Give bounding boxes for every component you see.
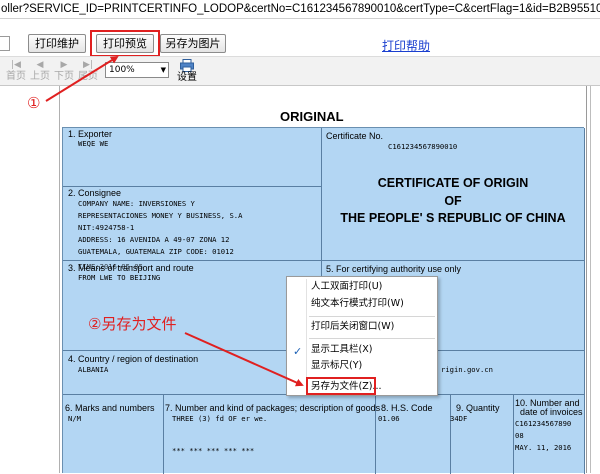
invoice-value-line3: MAY. 11, 2016 <box>515 443 572 452</box>
marks-value: N/M <box>68 414 81 423</box>
exporter-value: WEQE WE <box>78 139 109 148</box>
quantity-label: 9. Quantity <box>456 403 500 413</box>
annotation-step2: ②另存为文件 <box>88 315 177 333</box>
menu-item-show-toolbar[interactable]: 显示工具栏(X) <box>311 343 372 357</box>
highlight-box-save-as <box>306 377 376 395</box>
transport-route: FROM LWE TO BEIJING <box>78 273 161 282</box>
invoice-label-line2: date of invoices <box>520 407 583 417</box>
annotation-step1: ① <box>27 94 41 112</box>
menu-item-manual-duplex[interactable]: 人工双面打印(U) <box>311 280 382 294</box>
website-partial: rigin.gov.cn <box>441 365 493 374</box>
consignee-line: GUATEMALA, GUATEMALA ZIP CODE: 01012 <box>78 247 234 256</box>
goods-value: THREE (3) fd OF er we. <box>172 414 268 423</box>
next-page-button[interactable]: ▶ 下页 <box>52 59 76 83</box>
original-heading: ORIGINAL <box>280 109 344 124</box>
next-page-label: 下页 <box>54 71 74 82</box>
next-page-icon: ▶ <box>60 60 68 70</box>
certificate-no-value: C161234567890010 <box>388 142 458 151</box>
certificate-title-line2: OF <box>444 194 462 208</box>
quantity-value: 34DF <box>450 414 468 423</box>
last-page-icon: ▶| <box>83 60 93 70</box>
certificate-title-line3: THE PEOPLE' S REPUBLIC OF CHINA <box>340 211 566 225</box>
first-page-label: 首页 <box>6 71 26 82</box>
print-help-link[interactable]: 打印帮助 <box>382 37 430 54</box>
zoom-select[interactable]: 100% ▼ <box>105 62 169 78</box>
first-page-button[interactable]: |◀ 首页 <box>4 59 28 83</box>
dropdown-stub[interactable] <box>0 36 10 51</box>
marks-label: 6. Marks and numbers <box>65 403 155 413</box>
checkmark-icon: ✓ <box>293 345 303 358</box>
country-value: ALBANIA <box>78 365 109 374</box>
last-page-label: 尾页 <box>78 71 98 82</box>
menu-separator <box>309 338 435 339</box>
vertical-scrollbar[interactable] <box>586 86 600 473</box>
consignee-line: COMPANY NAME: INVERSIONES Y <box>78 199 195 208</box>
hs-code-label: 8. H.S. Code <box>381 403 433 413</box>
menu-item-show-ruler[interactable]: 显示标尺(Y) <box>311 359 362 373</box>
print-maintain-button[interactable]: 打印维护 <box>28 34 86 53</box>
prev-page-icon: ◀ <box>36 60 44 70</box>
menu-item-close-after-print[interactable]: 打印后关闭窗口(W) <box>311 320 394 334</box>
printer-settings-icon <box>180 59 194 72</box>
hs-code-value: 01.06 <box>378 414 400 423</box>
invoice-value-line1: C161234567890 <box>515 419 572 428</box>
menu-item-text-line-mode[interactable]: 纯文本行模式打印(W) <box>311 297 404 311</box>
settings-label: 设置 <box>177 72 197 83</box>
last-page-button[interactable]: ▶| 尾页 <box>76 59 100 83</box>
consignee-line: NIT:4924758-1 <box>78 223 135 232</box>
goods-label: 7. Number and kind of packages; descript… <box>165 403 381 413</box>
top-toolbar: 打印维护 打印预览 另存为图片 打印帮助 <box>0 19 600 57</box>
certificate-no-label: Certificate No. <box>326 131 384 141</box>
preview-toolbar: |◀ 首页 ◀ 上页 ▶ 下页 ▶| 尾页 100% ▼ 设置 <box>0 56 600 86</box>
first-page-icon: |◀ <box>11 60 21 70</box>
goods-stars: *** *** *** *** *** <box>172 446 255 455</box>
authority-label: 5. For certifying authority use only <box>326 264 462 274</box>
left-margin <box>0 86 60 473</box>
settings-button[interactable]: 设置 <box>176 59 198 84</box>
consignee-line: REPRESENTACIONES MONEY Y BUSINESS, S.A <box>78 211 243 220</box>
consignee-line: ADDRESS: 16 AVENIDA A 49-07 ZONA 12 <box>78 235 230 244</box>
print-preview-button[interactable]: 打印预览 <box>96 34 154 53</box>
menu-separator <box>309 316 435 317</box>
country-label: 4. Country / region of destination <box>68 354 199 364</box>
save-as-image-button[interactable]: 另存为图片 <box>160 34 226 53</box>
certificate-title-line1: CERTIFICATE OF ORIGIN <box>377 176 529 190</box>
prev-page-label: 上页 <box>30 71 50 82</box>
zoom-value: 100% <box>109 65 135 75</box>
address-bar[interactable]: oller?SERVICE_ID=PRINTCERTINFO_LODOP&cer… <box>0 0 600 19</box>
invoice-value-line2: 08 <box>515 431 524 440</box>
consignee-label: 2. Consignee <box>68 188 122 198</box>
chevron-down-icon: ▼ <box>160 66 166 74</box>
prev-page-button[interactable]: ◀ 上页 <box>28 59 52 83</box>
